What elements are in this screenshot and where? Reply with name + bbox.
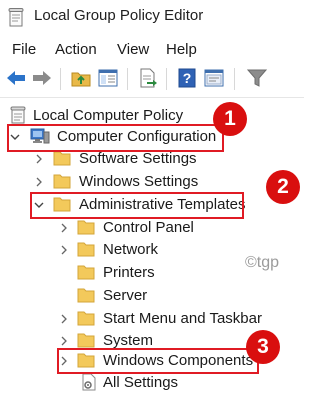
step-badge: 3: [246, 330, 280, 364]
tree-item-label: Start Menu and Taskbar: [103, 310, 262, 327]
policy-document-icon: [8, 8, 24, 27]
properties-button[interactable]: [203, 67, 225, 89]
toolbar-separator: [234, 68, 235, 90]
highlight-box-computer-configuration: [7, 124, 224, 152]
toolbar: ?: [0, 62, 304, 96]
tree-item-label: Control Panel: [103, 219, 194, 236]
export-list-button[interactable]: [137, 67, 159, 89]
tree-item-all-settings[interactable]: All Settings: [0, 373, 304, 393]
filter-icon: [247, 69, 267, 87]
properties-icon: [204, 69, 224, 87]
svg-text:?: ?: [183, 70, 192, 86]
help-icon: ?: [178, 68, 196, 88]
window-title: Local Group Policy Editor: [34, 7, 204, 24]
policy-document-icon: [10, 106, 26, 124]
folder-icon: [77, 311, 95, 326]
back-button[interactable]: [5, 67, 27, 89]
folder-icon: [77, 242, 95, 257]
tree-item-windows-settings[interactable]: Windows Settings: [0, 172, 304, 192]
step-badge: 2: [266, 170, 300, 204]
folder-icon: [53, 174, 71, 189]
folder-icon: [77, 333, 95, 348]
forward-button[interactable]: [31, 67, 53, 89]
folder-icon: [77, 265, 95, 280]
menu-action[interactable]: Action: [55, 41, 97, 58]
chevron-right-icon[interactable]: [33, 153, 45, 165]
tree-item-start-menu-and-taskbar[interactable]: Start Menu and Taskbar: [0, 309, 304, 329]
toolbar-separator: [166, 68, 167, 90]
up-one-level-button[interactable]: [70, 67, 92, 89]
menu-file[interactable]: File: [12, 41, 36, 58]
chevron-right-icon[interactable]: [58, 244, 70, 256]
tree-item-label: System: [103, 332, 154, 349]
forward-arrow-icon: [33, 71, 51, 85]
show-hide-tree-button[interactable]: [97, 67, 119, 89]
menu-bar: File Action View Help: [0, 38, 304, 62]
menu-help[interactable]: Help: [166, 41, 197, 58]
filter-button[interactable]: [246, 67, 268, 89]
highlight-box-windows-components: [57, 348, 259, 374]
chevron-right-icon[interactable]: [58, 222, 70, 234]
policy-tree: Local Computer Policy Computer Configura…: [0, 98, 304, 395]
tree-item-label: Network: [103, 241, 159, 258]
folder-icon: [77, 220, 95, 235]
up-folder-icon: [71, 72, 91, 87]
settings-page-icon: [82, 373, 96, 391]
chevron-right-icon[interactable]: [33, 176, 45, 188]
tree-item-label: Windows Settings: [79, 173, 199, 190]
tree-item-local-computer-policy[interactable]: Local Computer Policy: [0, 106, 304, 126]
tree-item-label: Software Settings: [79, 150, 197, 167]
step-badge: 1: [213, 102, 247, 136]
tree-item-software-settings[interactable]: Software Settings: [0, 149, 304, 169]
show-hide-tree-icon: [98, 69, 118, 87]
watermark: ©tgp: [245, 254, 280, 271]
title-bar: Local Group Policy Editor: [0, 0, 304, 36]
chevron-right-icon[interactable]: [58, 335, 70, 347]
help-button[interactable]: ?: [176, 67, 198, 89]
export-list-icon: [140, 68, 157, 88]
tree-item-label: Server: [103, 287, 148, 304]
menu-view[interactable]: View: [117, 41, 149, 58]
toolbar-separator: [127, 68, 128, 90]
tree-item-label: Printers: [103, 264, 155, 281]
highlight-box-administrative-templates: [30, 192, 244, 219]
tree-item-label: All Settings: [103, 374, 179, 391]
folder-icon: [77, 288, 95, 303]
toolbar-separator: [60, 68, 61, 90]
tree-item-control-panel[interactable]: Control Panel: [0, 218, 304, 238]
tree-item-label: Local Computer Policy: [33, 107, 184, 124]
tree-item-server[interactable]: Server: [0, 286, 304, 306]
chevron-right-icon[interactable]: [58, 313, 70, 325]
back-arrow-icon: [7, 71, 25, 85]
